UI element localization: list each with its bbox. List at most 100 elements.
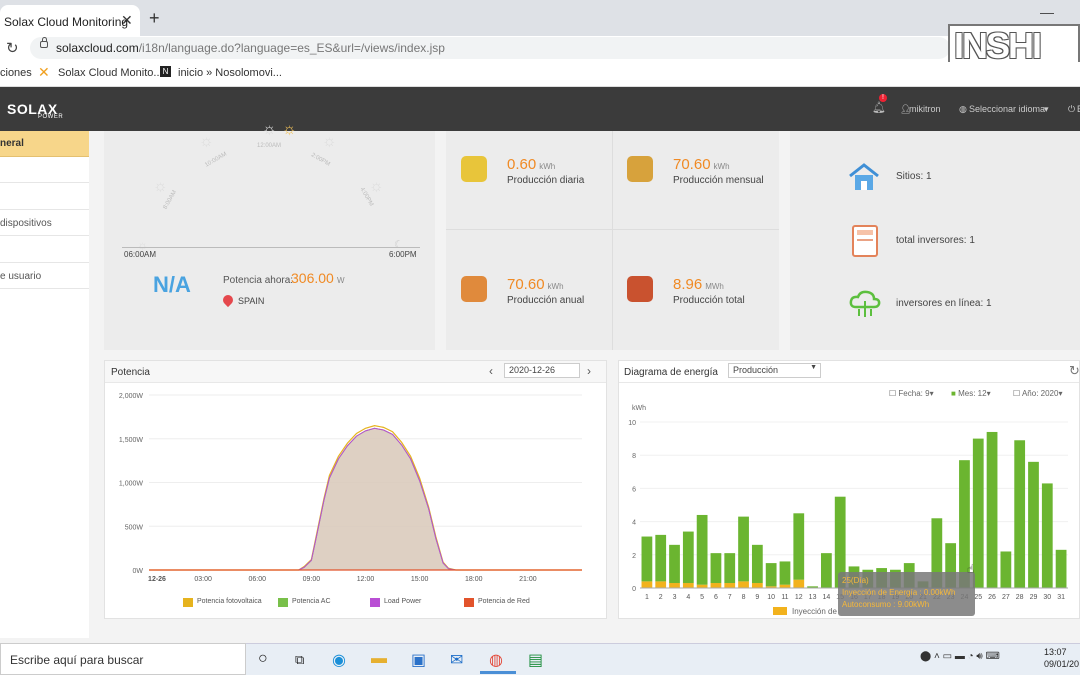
sites-count: Sitios: 1 <box>896 171 932 182</box>
x-tick-label: 28 <box>1016 594 1024 601</box>
mes-filter[interactable]: ■ Mes: 12▾ <box>951 389 991 398</box>
x-tick-label: 27 <box>1002 594 1010 601</box>
legend-swatch <box>183 598 193 607</box>
energy-type-value: Producción <box>733 365 779 375</box>
date-input[interactable]: 2020-12-26 <box>504 363 580 378</box>
checkbox-checked-icon: ■ <box>951 389 956 398</box>
prev-date-button[interactable]: ‹ <box>489 364 493 378</box>
stat-value-number: 70.60 <box>507 276 545 293</box>
bar-selfconsumption <box>1000 551 1012 588</box>
reload-icon[interactable]: ↻ <box>6 39 19 57</box>
fecha-label: Fecha: <box>898 389 923 398</box>
x-tick-label: 13 <box>809 594 817 601</box>
sidebar-item-5[interactable] <box>0 236 89 263</box>
anio-filter[interactable]: ☐ Año: 2020▾ <box>1013 389 1062 398</box>
tab-close-icon[interactable]: ✕ <box>121 12 133 29</box>
edge-icon[interactable]: ◉ <box>332 650 346 670</box>
bar-selfconsumption <box>724 553 736 584</box>
inverters-count: total inversores: 1 <box>896 235 975 246</box>
y-tick-label: 6 <box>632 486 636 493</box>
cortana-icon[interactable]: ○ <box>258 650 268 668</box>
active-app-indicator <box>480 671 516 674</box>
stat-unit: kWh <box>547 282 564 291</box>
bookmark-apps[interactable]: ciones <box>0 67 32 79</box>
bookmark-inicio[interactable]: inicio » Nosolomovi... <box>178 67 282 79</box>
chevron-down-icon: ▼ <box>810 364 817 371</box>
sidebar-item-3[interactable] <box>0 183 89 210</box>
mail-icon[interactable]: ✉ <box>450 650 463 670</box>
stat-value-number: 8.96 <box>673 276 703 293</box>
url-text[interactable]: solaxcloud.com/i18n/language.do?language… <box>56 41 445 55</box>
legend-label[interactable]: Load Power <box>384 598 421 605</box>
file-explorer-icon[interactable]: ▬ <box>371 650 387 668</box>
system-tray[interactable]: ⬤ ˄ ▭ ▬ ◔ 🔊︎ ⌨ <box>920 651 1000 662</box>
sidebar-item-2[interactable] <box>0 157 89 183</box>
taskbar-search[interactable]: Escribe aquí para buscar <box>0 643 246 675</box>
bar-injection <box>641 581 653 588</box>
energy-unit-label: kWh <box>632 405 646 412</box>
stats-divider <box>612 131 613 350</box>
sun-icon: ☼ <box>199 133 214 150</box>
power-legend: Potencia fotovoltaica Potencia AC Load Pow… <box>183 597 583 609</box>
bell-icon[interactable]: 🔔︎ <box>872 101 886 114</box>
sidebar-item-devices[interactable]: dispositivos <box>0 210 89 236</box>
task-view-icon[interactable]: ⧉ <box>295 652 304 668</box>
sidebar-item-user[interactable]: e usuario <box>0 263 89 289</box>
next-date-button[interactable]: › <box>587 364 591 378</box>
x-tick-label: 15:00 <box>411 576 429 583</box>
stat-label: Producción anual <box>507 295 585 306</box>
bar-selfconsumption <box>1014 440 1026 588</box>
x-tick-label: 2 <box>659 594 663 601</box>
legend-label[interactable]: Potencia de Red <box>478 598 530 605</box>
power-chart: 0W 500W 1,000W 1,500W 2,000W 12-26 03:00 06:00 0… <box>119 393 582 583</box>
language-select[interactable]: Seleccionar idioma <box>969 104 1045 114</box>
stat-value: 0.60 kWh <box>507 156 555 173</box>
user-name[interactable]: mikitron <box>909 104 941 114</box>
legend-swatch <box>370 598 380 607</box>
chrome-icon[interactable]: ◍ <box>489 650 503 670</box>
x-tick-label: 14 <box>822 594 830 601</box>
bar-selfconsumption <box>669 544 680 584</box>
bar-injection <box>669 583 680 588</box>
bar-selfconsumption <box>1041 483 1053 588</box>
legend-swatch <box>773 607 787 615</box>
bar-injection <box>793 579 805 588</box>
globe-icon: ◍ <box>959 104 967 114</box>
x-tick-label: 9 <box>755 594 759 601</box>
minimize-button[interactable]: — <box>1040 4 1054 20</box>
energy-panel-title: Diagrama de energía <box>624 367 718 378</box>
power-area <box>149 428 582 570</box>
x-tick-label: 5 <box>700 594 704 601</box>
clock-date: 09/01/20 <box>1044 659 1080 669</box>
legend-label[interactable]: Potencia fotovoltaica <box>197 598 262 605</box>
lock-icon[interactable] <box>40 37 48 48</box>
sheets-icon[interactable]: ▤ <box>528 650 543 670</box>
bookmark-solax[interactable]: Solax Cloud Monito... <box>58 67 163 79</box>
legend-label[interactable]: Potencia AC <box>292 598 331 605</box>
store-icon[interactable]: ▣ <box>411 650 426 670</box>
browser-tab-strip <box>0 0 1080 36</box>
browser-tab[interactable]: Solax Cloud Monitoring ✕ <box>0 5 140 36</box>
refresh-icon[interactable]: ↻ <box>1069 363 1080 379</box>
x-tick-label: 29 <box>1030 594 1038 601</box>
clock-time: 13:07 <box>1044 647 1067 657</box>
clock[interactable]: 13:07 09/01/20 <box>1044 646 1079 670</box>
new-tab-button[interactable]: + <box>149 8 160 29</box>
sidebar-item-general[interactable]: neral <box>0 131 89 157</box>
energy-type-select[interactable]: Producción ▼ <box>728 363 821 378</box>
inverter-icon <box>852 225 878 257</box>
notification-badge: ! <box>879 94 887 102</box>
x-tick-label: 11 <box>781 594 788 601</box>
stat-label: Producción mensual <box>673 175 764 186</box>
x-tick-label: 25 <box>974 594 982 601</box>
y-tick-label: 2,000W <box>119 393 144 400</box>
url-host: solaxcloud.com <box>56 41 139 55</box>
status-value: N/A <box>153 272 191 297</box>
anio-value: 2020 <box>1040 389 1059 398</box>
stats-divider <box>446 229 779 230</box>
fecha-filter[interactable]: ☐ Fecha: 9▾ <box>889 389 934 398</box>
y-tick-label: 0 <box>632 586 636 593</box>
house-icon <box>849 163 879 190</box>
power-panel-title: Potencia <box>111 367 150 378</box>
bar-selfconsumption <box>751 544 763 584</box>
